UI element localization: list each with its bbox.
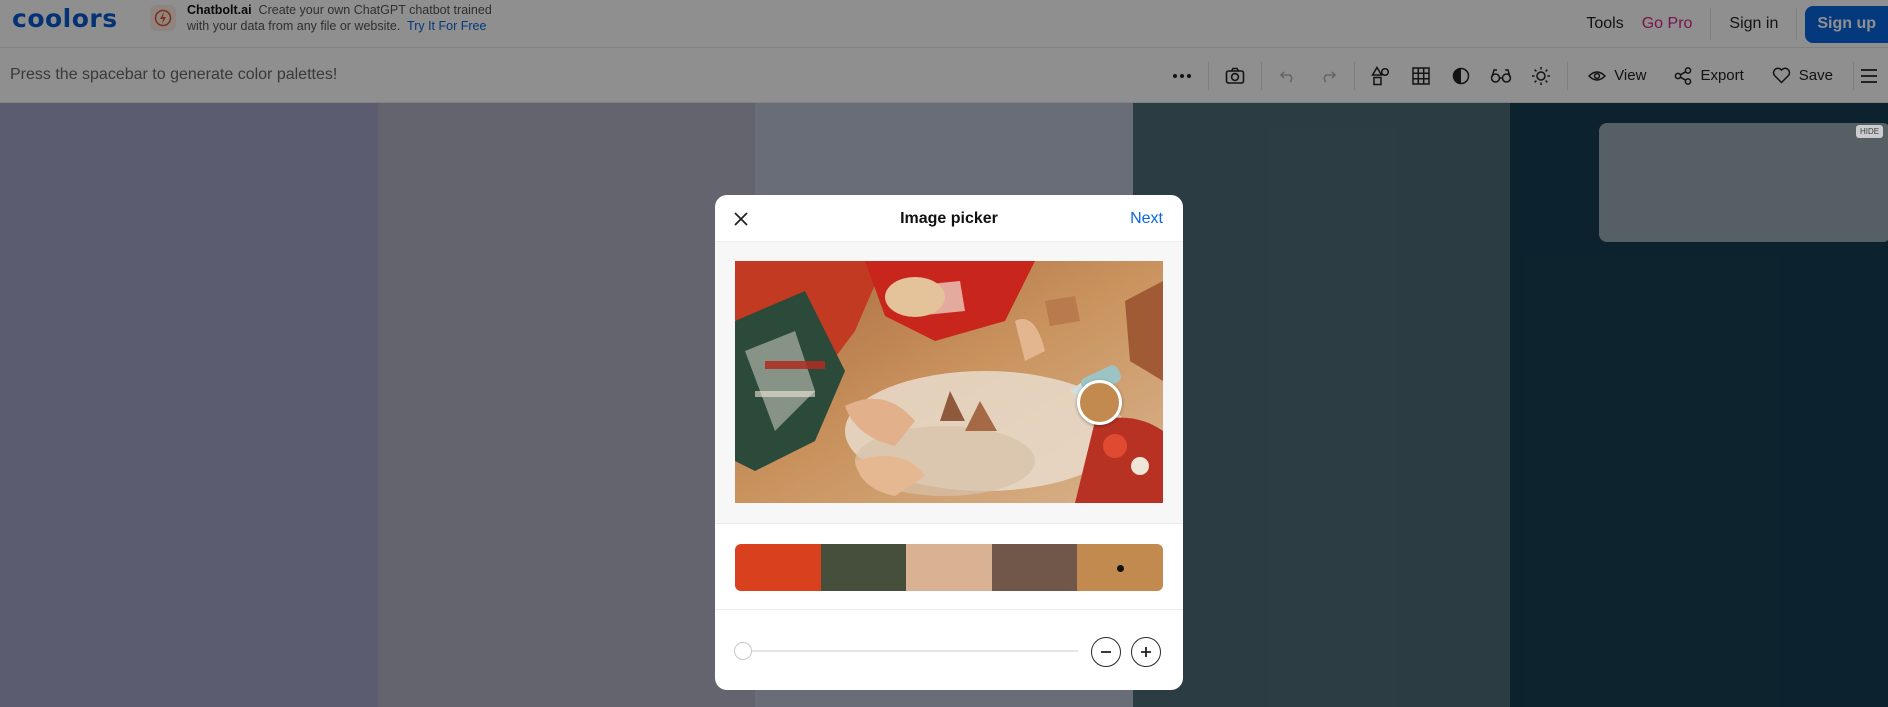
- uploaded-photo[interactable]: [735, 261, 1163, 503]
- modal-title: Image picker: [900, 210, 998, 227]
- image-area: [715, 242, 1183, 524]
- plus-button[interactable]: [1131, 637, 1161, 667]
- swatch-3[interactable]: [906, 544, 992, 591]
- image-picker-modal: Image picker Next: [715, 195, 1183, 690]
- swatch-5[interactable]: [1077, 544, 1163, 591]
- blur-slider-track[interactable]: [743, 650, 1078, 652]
- picker-controls: [715, 610, 1183, 690]
- plus-icon: [1141, 647, 1151, 657]
- swatch-2[interactable]: [820, 544, 907, 591]
- extracted-swatches-area: [715, 524, 1183, 610]
- swatch-1[interactable]: [735, 544, 821, 591]
- swatch-4[interactable]: [991, 544, 1078, 591]
- selected-swatch-indicator: [1117, 564, 1125, 572]
- minus-icon: [1101, 651, 1111, 653]
- color-picker-handle[interactable]: [1077, 380, 1122, 425]
- minus-button[interactable]: [1091, 637, 1121, 667]
- blur-slider-thumb[interactable]: [734, 642, 752, 660]
- swatch-strip: [735, 544, 1163, 591]
- next-button[interactable]: Next: [1130, 210, 1163, 228]
- hide-ad-button[interactable]: HIDE: [1856, 125, 1884, 138]
- modal-header: Image picker Next: [715, 195, 1183, 242]
